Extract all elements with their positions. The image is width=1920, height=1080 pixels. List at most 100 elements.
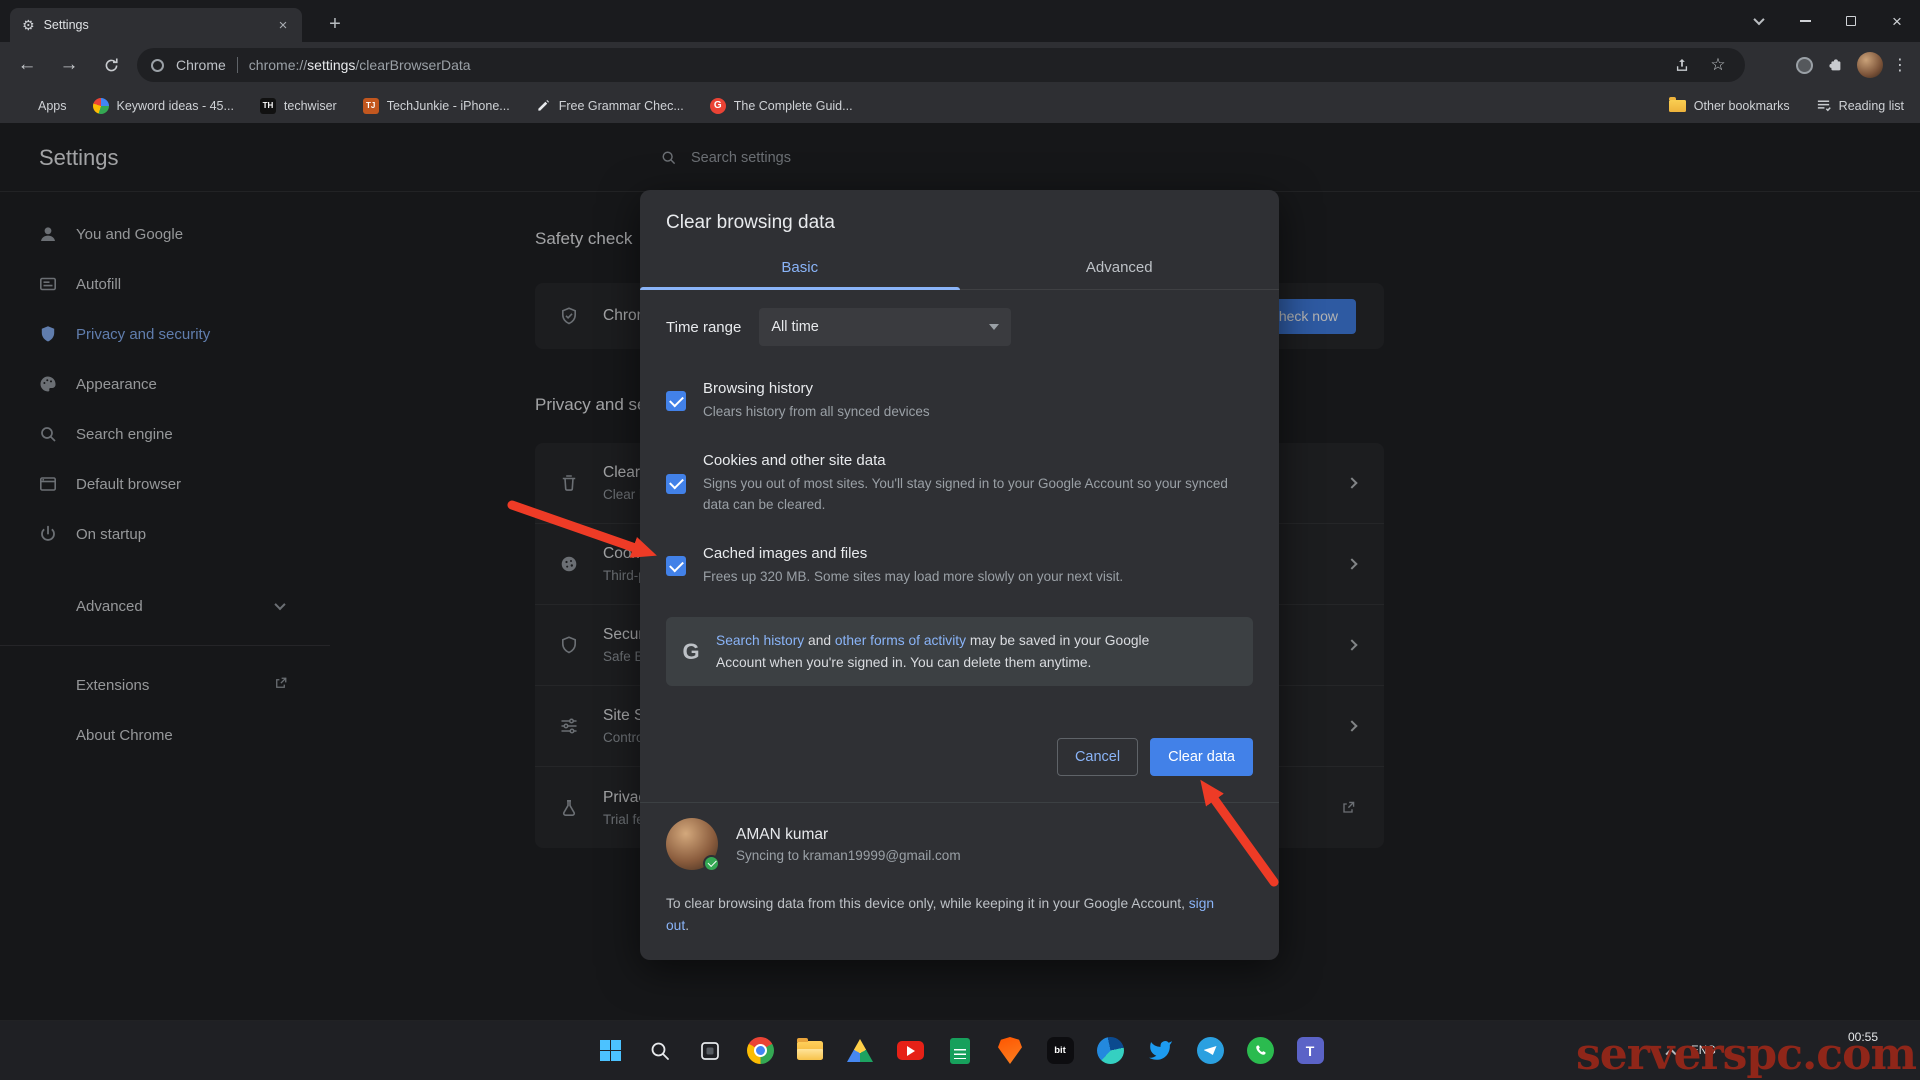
minimize-button[interactable] [1782,0,1828,42]
apps-grid-icon [16,99,30,113]
chevron-down-icon [1753,13,1765,26]
time-range-label: Time range [666,318,742,336]
brave-button[interactable] [995,1036,1025,1066]
bookmark-complete-guide[interactable]: G The Complete Guid... [709,97,853,114]
taskbar-clock[interactable]: 00:55 [1848,1030,1878,1044]
sync-badge-icon [703,855,720,872]
address-bar[interactable]: Chrome chrome:// settings /clearBrowserD… [137,48,1745,82]
search-history-link[interactable]: Search history [716,633,804,648]
other-bookmarks-button[interactable]: Other bookmarks [1668,96,1790,113]
tab-close-icon[interactable]: × [274,16,292,34]
brave-icon [998,1037,1022,1064]
teams-button[interactable]: T [1295,1036,1325,1066]
footer-text: To clear browsing data from this device … [666,896,1189,911]
maximize-button[interactable] [1828,0,1874,42]
youtube-icon [896,1041,924,1060]
file-explorer-button[interactable] [795,1036,825,1066]
edge-button[interactable] [1095,1036,1125,1066]
notice-text: Search history and other forms of activi… [716,617,1211,686]
site-info-icon[interactable] [151,58,164,72]
dialog-title: Clear browsing data [666,212,835,233]
checkbox-desc: Frees up 320 MB. Some sites may load mor… [703,569,1124,584]
cookies-checkbox[interactable] [666,473,686,494]
youtube-button[interactable] [895,1036,925,1066]
edge-icon [1096,1037,1124,1064]
google-account-notice: G Search history and other forms of acti… [666,617,1253,686]
tab-basic[interactable]: Basic [640,246,960,290]
tab-advanced[interactable]: Advanced [960,246,1280,289]
clear-browsing-data-dialog: Clear browsing data Basic Advanced Time … [640,190,1279,960]
bookmark-apps[interactable]: Apps [16,99,67,113]
dialog-actions: Cancel Clear data [666,738,1253,776]
cancel-button[interactable]: Cancel [1056,738,1139,776]
browser-tab-settings[interactable]: ⚙ Settings × [10,8,302,42]
bookmark-techjunkie[interactable]: TJ TechJunkie - iPhone... [362,97,510,114]
task-view-icon [701,1041,719,1060]
share-button[interactable] [1669,52,1695,78]
tab-title: Settings [43,18,89,32]
keyword-ideas-favicon [92,97,109,114]
tab-search-button[interactable] [1736,0,1782,42]
checkbox-title: Cookies and other site data [703,452,886,469]
twitter-button[interactable] [1145,1036,1175,1066]
checkbox-title: Browsing history [703,380,814,397]
bookmark-label: The Complete Guid... [733,98,853,113]
google-g-icon: G [682,638,700,664]
reload-button[interactable] [94,48,128,82]
whatsapp-button[interactable] [1245,1036,1275,1066]
profile-name: AMAN kumar [736,825,829,843]
bit-app-button[interactable]: bit [1045,1036,1075,1066]
avatar [666,818,720,872]
task-view-button[interactable] [695,1036,725,1066]
bookmark-grammar-check[interactable]: Free Grammar Chec... [536,98,684,113]
bookmarks-bar: Apps Keyword ideas - 45... TH techwiser … [0,88,1920,123]
techwiser-favicon: TH [259,97,276,114]
browsing-history-checkbox[interactable] [666,391,686,411]
google-drive-button[interactable] [845,1036,875,1066]
profile-avatar[interactable] [1857,52,1883,78]
browser-menu-button[interactable]: ⋮ [1892,55,1908,75]
other-bookmarks-label: Other bookmarks [1693,98,1790,113]
select-caret-icon [989,324,1000,330]
cached-images-checkbox[interactable] [666,556,686,576]
profile-section: AMAN kumar Syncing to kraman19999@gmail.… [666,803,1253,885]
taskbar-search-button[interactable] [645,1036,675,1066]
chrome-taskbar-button[interactable] [745,1036,775,1066]
maximize-icon [1846,16,1856,26]
search-icon [651,1042,669,1060]
folder-icon [1668,96,1686,112]
clear-data-button[interactable]: Clear data [1150,738,1253,776]
reading-list-button[interactable]: Reading list [1816,98,1904,113]
profile-sync-status: Syncing to kraman19999@gmail.com [736,847,961,863]
pen-favicon [538,99,549,111]
close-window-button[interactable]: × [1874,0,1920,42]
tray-chevron-icon[interactable] [1665,1047,1677,1059]
chat-app-button[interactable] [1195,1036,1225,1066]
footer-period: . [685,918,690,933]
url-app-label: Chrome [176,57,226,73]
bookmark-label: Keyword ideas - 45... [116,98,234,113]
other-activity-link[interactable]: other forms of activity [835,633,966,648]
bookmark-label: Free Grammar Chec... [558,98,684,113]
extensions-menu-button[interactable] [1822,56,1848,74]
google-sheets-button[interactable] [945,1036,975,1066]
new-tab-button[interactable]: + [320,9,350,39]
notice-mid: and [804,633,835,648]
time-range-row: Time range All time [666,308,1253,346]
back-button[interactable]: ← [10,48,44,82]
whatsapp-icon [1246,1037,1274,1064]
bookmark-keyword-ideas[interactable]: Keyword ideas - 45... [92,97,234,114]
extension-icon[interactable] [1796,56,1813,74]
window-caption-controls: × [1736,0,1920,42]
bookmark-label: techwiser [283,98,337,113]
time-range-select[interactable]: All time [759,308,1012,346]
google-sheets-icon [950,1037,970,1064]
language-indicator[interactable]: ENG [1691,1045,1716,1057]
forward-button[interactable]: → [52,48,86,82]
techjunkie-favicon: TJ [362,97,379,114]
url-path: /clearBrowserData [355,57,471,73]
teams-icon: T [1296,1037,1324,1064]
bookmark-star-button[interactable]: ☆ [1705,52,1731,78]
windows-start-button[interactable] [595,1036,625,1066]
bookmark-techwiser[interactable]: TH techwiser [259,97,337,114]
